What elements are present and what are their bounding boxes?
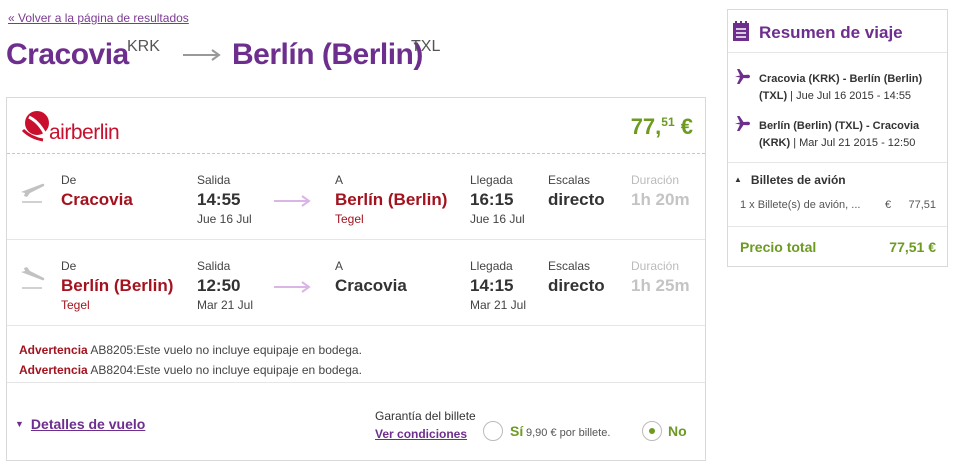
itinerary-document-icon	[733, 21, 749, 41]
warning-line: Advertencia AB8205:Este vuelo no incluye…	[19, 343, 362, 357]
departure-date: Jue 16 Jul	[197, 212, 252, 226]
departure-time: 14:55	[197, 190, 241, 209]
warning-text: AB8204:Este vuelo no incluye equipaje en…	[87, 363, 362, 377]
summary-title: Resumen de viaje	[759, 23, 903, 42]
to-airport: Tegel	[335, 212, 364, 226]
radio-selected-dot	[649, 428, 655, 434]
ticket-line-description: 1 x Billete(s) de avión, ...	[740, 199, 861, 211]
card-footer: ▼ Detalles de vuelo Garantía del billete …	[7, 384, 705, 460]
return-leg: De Berlín (Berlin) Tegel Salida 12:50 Ma…	[7, 241, 705, 326]
departure-plane-icon	[21, 183, 45, 203]
summary-divider	[728, 226, 947, 227]
tickets-section-label: Billetes de avión	[750, 173, 846, 187]
warning-label: Advertencia	[19, 343, 88, 357]
warning-text: AB8205:Este vuelo no incluye equipaje en…	[87, 343, 362, 357]
summary-header: Resumen de viaje	[728, 10, 947, 53]
total-price-label: Precio total	[740, 239, 817, 255]
stops-value: directo	[548, 190, 605, 209]
price-currency: €	[674, 114, 693, 139]
chevron-down-icon: ▼	[15, 419, 24, 429]
arrival-time: 16:15	[470, 190, 514, 209]
duration-label: Duración	[631, 259, 680, 273]
duration-label: Duración	[631, 173, 680, 187]
arrival-label: Llegada	[470, 173, 513, 187]
to-city: Cracovia	[335, 276, 407, 295]
departure-date: Mar 21 Jul	[197, 298, 254, 312]
arrival-label: Llegada	[470, 259, 513, 273]
leg-arrow-icon	[274, 195, 311, 207]
airberlin-logo-mark	[21, 111, 49, 142]
guarantee-yes-radio[interactable]	[483, 421, 503, 441]
origin-city-title: Cracovia	[6, 38, 129, 71]
ticket-line-currency: €	[885, 199, 892, 211]
plane-icon	[735, 69, 750, 84]
route-arrow-icon	[183, 49, 221, 61]
price-integer: 77,	[630, 114, 662, 139]
leg-arrow-icon	[274, 281, 311, 293]
summary-leg-date: | Jue Jul 16 2015 - 14:55	[787, 90, 912, 102]
guarantee-no-label[interactable]: No	[668, 423, 687, 439]
to-label: A	[335, 173, 344, 187]
outbound-leg: De Cracovia Salida 14:55 Jue 16 Jul A Be…	[7, 155, 705, 240]
guarantee-yes-label[interactable]: Sí	[510, 423, 523, 439]
trip-summary-panel: Resumen de viaje Cracovia (KRK) - Berlín…	[727, 9, 948, 267]
summary-leg-date: | Mar Jul 21 2015 - 12:50	[790, 137, 916, 149]
triangle-up-icon: ▲	[734, 175, 742, 184]
ticket-guarantee-title: Garantía del billete	[375, 409, 476, 423]
destination-code: TXL	[411, 38, 441, 55]
warning-line: Advertencia AB8204:Este vuelo no incluye…	[19, 363, 362, 377]
price-decimals: 51	[661, 115, 675, 129]
baggage-warnings: Advertencia AB8205:Este vuelo no incluye…	[7, 327, 705, 383]
ticket-line-amount: 77,51	[908, 199, 936, 211]
airline-logo: airberlin	[19, 108, 149, 144]
back-to-results-link[interactable]: « Volver a la página de resultados	[8, 11, 189, 25]
guarantee-no-radio[interactable]	[642, 421, 662, 441]
tickets-section-toggle[interactable]: ▲ Billetes de avión	[734, 173, 846, 187]
arrival-date: Jue 16 Jul	[470, 212, 525, 226]
stops-value: directo	[548, 276, 605, 295]
summary-divider	[728, 162, 947, 163]
to-city: Berlín (Berlin)	[335, 190, 448, 209]
flight-card: airberlin 77,51 € De Cracovia Salida 14:…	[6, 97, 706, 461]
departure-label: Salida	[197, 259, 231, 273]
guarantee-yes-price: 9,90 € por billete.	[526, 427, 611, 439]
flight-details-toggle[interactable]: ▼ Detalles de vuelo	[15, 416, 145, 432]
from-city: Cracovia	[61, 190, 133, 209]
summary-leg-text: Berlín (Berlin) (TXL) - Cracovia (KRK) |…	[759, 118, 945, 152]
from-city: Berlín (Berlin)	[61, 276, 174, 295]
from-label: De	[61, 173, 77, 187]
summary-leg-text: Cracovia (KRK) - Berlín (Berlin) (TXL) |…	[759, 71, 945, 105]
destination-city-title: Berlín (Berlin)	[232, 38, 423, 71]
view-conditions-link[interactable]: Ver condiciones	[375, 427, 467, 441]
warning-label: Advertencia	[19, 363, 88, 377]
from-airport: Tegel	[61, 298, 90, 312]
departure-time: 12:50	[197, 276, 241, 295]
plane-icon	[735, 116, 750, 131]
total-price-amount: 77,51 €	[889, 239, 936, 255]
to-label: A	[335, 259, 344, 273]
duration-value: 1h 25m	[631, 276, 690, 295]
arrival-plane-icon	[21, 267, 45, 289]
card-price: 77,51 €	[631, 114, 693, 140]
arrival-time: 14:15	[470, 276, 514, 295]
flight-details-label: Detalles de vuelo	[30, 416, 146, 432]
card-header: airberlin 77,51 €	[7, 98, 705, 154]
stops-label: Escalas	[548, 173, 591, 187]
from-label: De	[61, 259, 77, 273]
duration-value: 1h 20m	[631, 190, 690, 209]
origin-code: KRK	[127, 38, 160, 55]
arrival-date: Mar 21 Jul	[470, 298, 527, 312]
departure-label: Salida	[197, 173, 231, 187]
airline-logo-text: airberlin	[49, 121, 120, 144]
stops-label: Escalas	[548, 259, 591, 273]
